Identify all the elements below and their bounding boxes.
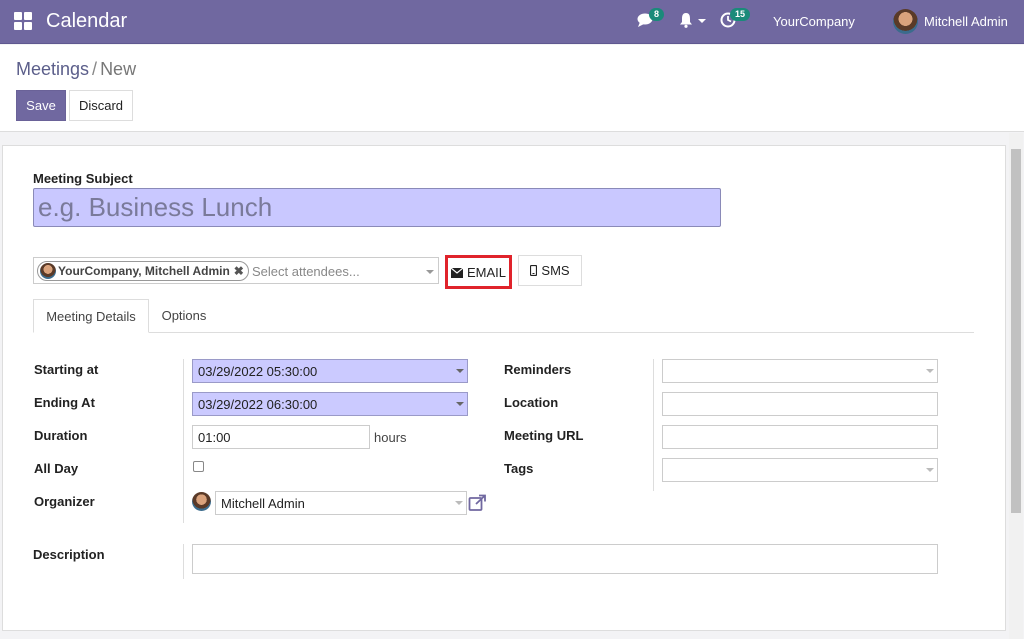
discard-button[interactable]: Discard xyxy=(69,90,133,121)
top-navbar: Calendar 8 15 YourCompany Mitchell Admin xyxy=(0,0,1024,44)
attendee-tag-label: YourCompany, Mitchell Admin xyxy=(58,264,230,278)
all-day-label: All Day xyxy=(34,461,79,476)
attendees-placeholder: Select attendees... xyxy=(252,264,360,279)
vertical-scrollbar[interactable] xyxy=(1009,133,1023,639)
envelope-icon xyxy=(450,267,464,278)
activities-count-badge: 15 xyxy=(730,8,751,21)
mobile-phone-icon xyxy=(530,264,538,277)
duration-unit: hours xyxy=(374,430,407,445)
right-column-divider xyxy=(653,359,654,491)
all-day-checkbox[interactable] xyxy=(193,461,204,472)
left-column-divider xyxy=(183,359,184,523)
reminders-label: Reminders xyxy=(504,362,572,377)
external-link-icon[interactable] xyxy=(468,494,488,512)
starting-at-label: Starting at xyxy=(34,362,99,377)
description-label: Description xyxy=(33,547,105,562)
sms-button-label: SMS xyxy=(541,263,570,278)
tab-options[interactable]: Options xyxy=(151,299,217,333)
chevron-down-icon xyxy=(926,369,934,373)
notifications-button[interactable] xyxy=(679,12,706,31)
messages-count-badge: 8 xyxy=(649,8,665,21)
activities-button[interactable]: 15 xyxy=(720,8,751,31)
sms-button[interactable]: SMS xyxy=(518,255,582,286)
reminders-field[interactable] xyxy=(662,359,938,383)
organizer-label: Organizer xyxy=(34,494,95,509)
starting-at-value: 03/29/2022 05:30:00 xyxy=(198,364,318,379)
messages-button[interactable]: 8 xyxy=(637,8,665,31)
tab-meeting-details[interactable]: Meeting Details xyxy=(33,299,149,333)
ending-at-field[interactable]: 03/29/2022 06:30:00 xyxy=(192,392,468,416)
save-button[interactable]: Save xyxy=(16,90,66,121)
tags-field[interactable] xyxy=(662,458,938,482)
breadcrumb-current: New xyxy=(100,59,137,79)
company-switcher[interactable]: YourCompany xyxy=(773,14,855,29)
location-label: Location xyxy=(504,395,559,410)
control-panel: Meetings / New Save Discard xyxy=(0,45,1024,132)
meeting-url-label: Meeting URL xyxy=(504,428,584,443)
attendee-tag: YourCompany, Mitchell Admin ✖ xyxy=(37,261,249,281)
meeting-subject-input[interactable] xyxy=(33,188,721,227)
duration-value: 01:00 xyxy=(198,430,231,445)
chevron-down-icon xyxy=(697,19,706,23)
apps-menu-icon[interactable] xyxy=(14,12,32,30)
breadcrumb-separator: / xyxy=(92,59,98,79)
organizer-avatar xyxy=(192,492,211,511)
dropdown-caret-icon[interactable] xyxy=(426,270,434,274)
organizer-field[interactable]: Mitchell Admin xyxy=(215,491,467,515)
meeting-url-input[interactable] xyxy=(662,425,938,449)
remove-tag-icon[interactable]: ✖ xyxy=(234,264,244,278)
user-menu[interactable]: Mitchell Admin xyxy=(924,14,1008,29)
ending-at-label: Ending At xyxy=(34,395,95,410)
duration-input[interactable]: 01:00 xyxy=(192,425,370,449)
chevron-down-icon xyxy=(456,402,464,406)
tags-label: Tags xyxy=(504,461,534,476)
attendee-avatar xyxy=(40,263,56,279)
location-input[interactable] xyxy=(662,392,938,416)
app-title[interactable]: Calendar xyxy=(46,10,127,33)
email-button[interactable]: EMAIL xyxy=(445,255,512,289)
email-button-label: EMAIL xyxy=(466,264,506,280)
bell-icon xyxy=(680,13,692,28)
attendees-field[interactable]: YourCompany, Mitchell Admin ✖ Select atte… xyxy=(33,257,439,284)
scrollbar-thumb[interactable] xyxy=(1011,149,1021,513)
meeting-subject-label: Meeting Subject xyxy=(33,171,133,186)
duration-label: Duration xyxy=(34,428,88,443)
chevron-down-icon xyxy=(456,369,464,373)
description-input[interactable] xyxy=(192,544,938,574)
organizer-value: Mitchell Admin xyxy=(221,496,305,511)
chevron-down-icon xyxy=(455,501,463,505)
ending-at-value: 03/29/2022 06:30:00 xyxy=(198,397,318,412)
starting-at-field[interactable]: 03/29/2022 05:30:00 xyxy=(192,359,468,383)
chevron-down-icon xyxy=(926,468,934,472)
user-avatar[interactable] xyxy=(893,9,918,34)
description-divider xyxy=(183,544,184,579)
breadcrumb-parent[interactable]: Meetings xyxy=(16,59,89,79)
breadcrumb: Meetings / New xyxy=(16,59,136,80)
